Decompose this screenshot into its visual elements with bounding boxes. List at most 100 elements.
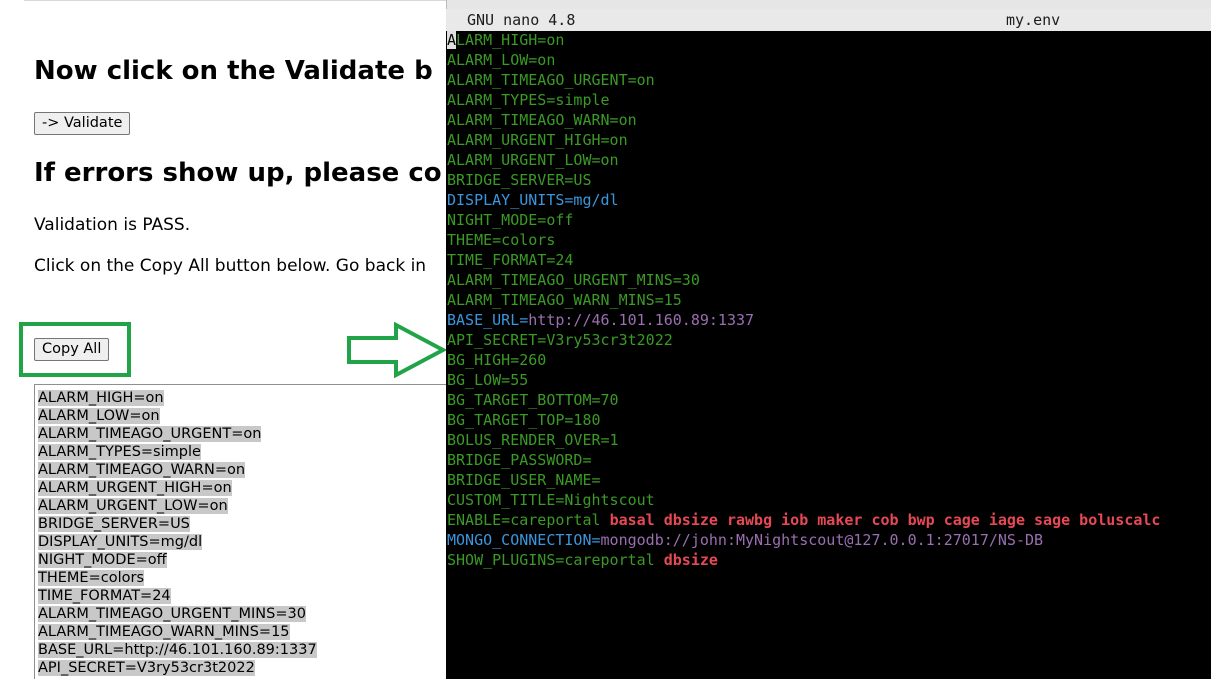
nano-line: ALARM_TIMEAGO_WARN=on bbox=[447, 110, 1211, 130]
nano-app-title: GNU nano 4.8 bbox=[467, 11, 576, 29]
selected-text: ALARM_URGENT_HIGH=on bbox=[38, 480, 232, 496]
nano-line: ENABLE=careportal basal dbsize rawbg iob… bbox=[447, 510, 1211, 530]
textarea-line: NIGHT_MODE=off bbox=[38, 551, 450, 569]
textarea-line: ALARM_TIMEAGO_URGENT_MINS=30 bbox=[38, 605, 450, 623]
nano-line: TIME_FORMAT=24 bbox=[447, 250, 1211, 270]
selected-text: ALARM_TIMEAGO_WARN=on bbox=[38, 462, 246, 478]
nano-editor-content[interactable]: ALARM_HIGH=on ALARM_LOW=on ALARM_TIMEAGO_U… bbox=[447, 30, 1211, 570]
nano-text-segment: API_SECRET=V3ry53cr3t2022 bbox=[447, 331, 673, 349]
nano-text-segment: BRIDGE_PASSWORD= bbox=[447, 451, 592, 469]
selected-text: ALARM_TIMEAGO_URGENT=on bbox=[38, 426, 262, 442]
terminal-window-frame bbox=[446, 0, 1211, 9]
nano-title-bar: GNU nano 4.8 my.env bbox=[446, 9, 1211, 31]
nano-line: BG_TARGET_TOP=180 bbox=[447, 410, 1211, 430]
nano-text-segment: ALARM_URGENT_HIGH=on bbox=[447, 131, 628, 149]
nano-text-segment: THEME=colors bbox=[447, 231, 556, 249]
selected-text: BASE_URL=http://46.101.160.89:1337 bbox=[38, 642, 317, 658]
nano-text-segment: BASE_URL= bbox=[447, 311, 529, 329]
textarea-line: BRIDGE_SERVER=US bbox=[38, 515, 450, 533]
nano-line: BOLUS_RENDER_OVER=1 bbox=[447, 430, 1211, 450]
nano-line: BRIDGE_SERVER=US bbox=[447, 170, 1211, 190]
nano-text-segment: SHOW_PLUGINS=careportal bbox=[447, 551, 664, 569]
page-divider bbox=[24, 0, 450, 1]
selected-text: ALARM_URGENT_LOW=on bbox=[38, 498, 228, 514]
textarea-line: ALARM_TYPES=simple bbox=[38, 443, 450, 461]
nano-text-segment: NIGHT_MODE=off bbox=[447, 211, 574, 229]
nano-text-segment: LARM_HIGH=on bbox=[456, 31, 565, 49]
selected-text: ALARM_TIMEAGO_WARN_MINS=15 bbox=[38, 624, 290, 640]
nano-text-segment: CUSTOM_TITLE=Nightscout bbox=[447, 491, 655, 509]
textarea-line: ALARM_HIGH=on bbox=[38, 389, 450, 407]
nano-line: ALARM_URGENT_HIGH=on bbox=[447, 130, 1211, 150]
nano-text-segment: BRIDGE_SERVER=US bbox=[447, 171, 592, 189]
nano-line: BRIDGE_USER_NAME= bbox=[447, 470, 1211, 490]
nano-line: CUSTOM_TITLE=Nightscout bbox=[447, 490, 1211, 510]
nano-line: ALARM_URGENT_LOW=on bbox=[447, 150, 1211, 170]
selected-text: ALARM_HIGH=on bbox=[38, 390, 164, 406]
textarea-line: ALARM_URGENT_HIGH=on bbox=[38, 479, 450, 497]
terminal-window: GNU nano 4.8 my.env ALARM_HIGH=on ALARM_L… bbox=[446, 0, 1211, 679]
nano-line: BG_LOW=55 bbox=[447, 370, 1211, 390]
selected-text: API_SECRET=V3ry53cr3t2022 bbox=[38, 660, 255, 676]
nano-text-segment: TIME_FORMAT=24 bbox=[447, 251, 574, 269]
nano-line: ALARM_TIMEAGO_URGENT_MINS=30 bbox=[447, 270, 1211, 290]
nano-line: BG_HIGH=260 bbox=[447, 350, 1211, 370]
nano-text-segment: DISPLAY_UNITS=mg/dl bbox=[447, 191, 619, 209]
textarea-line: ALARM_LOW=on bbox=[38, 407, 450, 425]
textarea-line: BASE_URL=http://46.101.160.89:1337 bbox=[38, 641, 450, 659]
copy-all-button[interactable]: Copy All bbox=[34, 338, 110, 361]
validation-status: Validation is PASS. bbox=[34, 215, 191, 235]
nano-line: ALARM_TYPES=simple bbox=[447, 90, 1211, 110]
nano-text-segment: BG_TARGET_TOP=180 bbox=[447, 411, 601, 429]
right-arrow-icon bbox=[347, 322, 448, 378]
nano-text-segment: BG_TARGET_BOTTOM=70 bbox=[447, 391, 619, 409]
textarea-line: ALARM_TIMEAGO_URGENT=on bbox=[38, 425, 450, 443]
nano-text-segment: ALARM_TIMEAGO_WARN=on bbox=[447, 111, 637, 129]
validate-button[interactable]: -> Validate bbox=[34, 112, 131, 135]
nano-text-segment: mongodb://john:MyNightscout@127.0.0.1:27… bbox=[600, 531, 1044, 549]
selected-text: NIGHT_MODE=off bbox=[38, 552, 167, 568]
nano-line: ALARM_HIGH=on bbox=[447, 30, 1211, 50]
nano-line: ALARM_TIMEAGO_WARN_MINS=15 bbox=[447, 290, 1211, 310]
selected-text: BRIDGE_SERVER=US bbox=[38, 516, 190, 532]
errors-heading: If errors show up, please co bbox=[34, 158, 442, 188]
textarea-line: ALARM_URGENT_LOW=on bbox=[38, 497, 450, 515]
textarea-line: DISPLAY_UNITS=mg/dl bbox=[38, 533, 450, 551]
copy-instruction: Click on the Copy All button below. Go b… bbox=[34, 256, 427, 276]
nano-file-name: my.env bbox=[1006, 11, 1061, 29]
selected-text: ALARM_TYPES=simple bbox=[38, 444, 201, 460]
nano-line: NIGHT_MODE=off bbox=[447, 210, 1211, 230]
nano-text-segment: BRIDGE_USER_NAME= bbox=[447, 471, 601, 489]
selected-text: TIME_FORMAT=24 bbox=[38, 588, 171, 604]
nano-text-segment: http://46.101.160.89:1337 bbox=[528, 311, 755, 329]
env-textarea[interactable]: ALARM_HIGH=on ALARM_LOW=on ALARM_TIMEAGO_U… bbox=[34, 384, 450, 679]
nano-line: SHOW_PLUGINS=careportal dbsize bbox=[447, 550, 1211, 570]
nano-text-segment: ALARM_TIMEAGO_URGENT_MINS=30 bbox=[447, 271, 700, 289]
selected-text: ALARM_LOW=on bbox=[38, 408, 160, 424]
text-cursor: A bbox=[447, 31, 457, 49]
textarea-line: API_SECRET=V3ry53cr3t2022 bbox=[38, 659, 450, 677]
nano-text-segment: dbsize bbox=[663, 551, 718, 569]
nano-text-segment: basal dbsize rawbg iob maker cob bwp cag… bbox=[609, 511, 1161, 529]
nano-text-segment: ALARM_TIMEAGO_WARN_MINS=15 bbox=[447, 291, 682, 309]
nano-text-segment: ALARM_LOW=on bbox=[447, 51, 556, 69]
nano-text-segment: ENABLE=careportal bbox=[447, 511, 610, 529]
nano-line: API_SECRET=V3ry53cr3t2022 bbox=[447, 330, 1211, 350]
validate-heading: Now click on the Validate b bbox=[34, 56, 433, 86]
nano-text-segment: ALARM_URGENT_LOW=on bbox=[447, 151, 619, 169]
selected-text: DISPLAY_UNITS=mg/dl bbox=[38, 534, 203, 550]
nano-text-segment: BOLUS_RENDER_OVER=1 bbox=[447, 431, 619, 449]
nano-line: ALARM_TIMEAGO_URGENT=on bbox=[447, 70, 1211, 90]
selected-text: ALARM_TIMEAGO_URGENT_MINS=30 bbox=[38, 606, 306, 622]
nano-text-segment: ALARM_TYPES=simple bbox=[447, 91, 610, 109]
textarea-line: ALARM_TIMEAGO_WARN_MINS=15 bbox=[38, 623, 450, 641]
nano-line: BG_TARGET_BOTTOM=70 bbox=[447, 390, 1211, 410]
textarea-line: ALARM_TIMEAGO_WARN=on bbox=[38, 461, 450, 479]
textarea-line: TIME_FORMAT=24 bbox=[38, 587, 450, 605]
nano-text-segment: BG_HIGH=260 bbox=[447, 351, 547, 369]
nano-text-segment: ALARM_TIMEAGO_URGENT=on bbox=[447, 71, 655, 89]
nano-text-segment: BG_LOW=55 bbox=[447, 371, 529, 389]
nano-text-segment: MONGO_CONNECTION= bbox=[447, 531, 601, 549]
nano-line: ALARM_LOW=on bbox=[447, 50, 1211, 70]
nano-line: THEME=colors bbox=[447, 230, 1211, 250]
